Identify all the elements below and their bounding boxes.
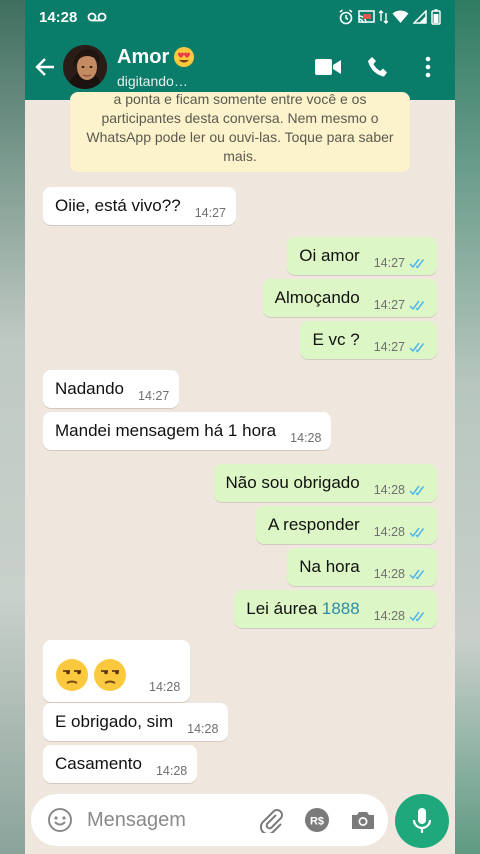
message-time: 14:27 [373, 256, 405, 270]
voicemail-icon [87, 12, 107, 22]
emoji-button[interactable] [45, 805, 75, 835]
message-outgoing[interactable]: Na hora 14:28 [287, 548, 437, 586]
message-link[interactable]: 1888 [322, 599, 360, 619]
left-blur-border [0, 0, 25, 854]
message-outgoing[interactable]: A responder 14:28 [256, 506, 437, 544]
back-button[interactable] [27, 34, 63, 100]
message-text: E vc ? [312, 330, 360, 349]
message-text: Não sou obrigado [225, 473, 360, 492]
paperclip-icon [259, 809, 283, 833]
right-blur-border [455, 0, 480, 854]
message-time: 14:28 [187, 722, 219, 736]
message-text: Lei áurea [246, 599, 318, 618]
message-incoming-emoji[interactable]: 14:28 [43, 640, 191, 702]
double-check-icon [409, 611, 427, 622]
typing-status: digitando… [117, 72, 188, 89]
status-time: 14:28 [39, 8, 78, 26]
message-outgoing[interactable]: Lei áurea 1888 14:28 [234, 590, 437, 628]
message-time: 14:28 [149, 680, 181, 694]
message-time: 14:28 [373, 567, 405, 581]
wifi-icon [392, 10, 409, 24]
message-input[interactable]: Mensagem R$ [31, 794, 388, 846]
message-incoming[interactable]: Nadando 14:27 [43, 370, 180, 408]
svg-text:R$: R$ [310, 816, 324, 828]
battery-icon [431, 9, 441, 25]
message-text: Nadando [55, 379, 125, 398]
double-check-icon [409, 527, 427, 538]
encryption-notice-text: a ponta e ficam somente entre você e os … [86, 92, 394, 164]
cast-icon [358, 9, 375, 25]
double-check-icon [409, 300, 427, 311]
microphone-icon [412, 808, 432, 833]
data-transfer-icon [379, 10, 388, 24]
chat-header: Amor digitando… [25, 34, 455, 100]
video-camera-icon [315, 59, 341, 75]
encryption-notice[interactable]: a ponta e ficam somente entre você e os … [70, 92, 410, 172]
more-options-button[interactable] [413, 52, 443, 82]
message-incoming[interactable]: Mandei mensagem há 1 hora 14:28 [43, 412, 332, 450]
message-outgoing[interactable]: Oi amor 14:27 [287, 237, 437, 275]
phone-icon [368, 57, 387, 77]
phone-screen: 14:28 Amor digitando… a ponta e ficam so… [25, 0, 455, 854]
message-incoming[interactable]: Oiie, está vivo?? 14:27 [43, 187, 236, 225]
more-vertical-icon [425, 56, 431, 78]
message-text: A responder [268, 515, 360, 534]
message-time: 14:27 [373, 298, 405, 312]
contact-name: Amor [117, 45, 170, 68]
message-time: 14:28 [290, 431, 322, 445]
double-check-icon [409, 485, 427, 496]
video-call-button[interactable] [313, 52, 343, 82]
camera-button[interactable] [348, 805, 378, 835]
unamused-face-emoji-icon [55, 658, 89, 692]
message-time: 14:28 [373, 609, 405, 623]
composer-bar: Mensagem R$ [25, 790, 455, 854]
message-text: Oiie, está vivo?? [55, 196, 181, 215]
message-time: 14:28 [155, 764, 188, 778]
emoji-icon [48, 808, 72, 832]
chat-area: a ponta e ficam somente entre você e os … [25, 92, 455, 790]
attach-button[interactable] [256, 805, 286, 835]
status-bar: 14:28 [25, 0, 455, 34]
voice-record-button[interactable] [395, 794, 449, 848]
message-placeholder: Mensagem [87, 808, 186, 831]
payment-button[interactable]: R$ [302, 805, 332, 835]
camera-icon [352, 812, 374, 829]
double-check-icon [409, 342, 427, 353]
double-check-icon [409, 569, 427, 580]
heart-eyes-emoji-icon [173, 46, 195, 68]
message-time: 14:27 [138, 389, 170, 403]
arrow-left-icon [35, 58, 54, 76]
message-text: Oi amor [299, 246, 360, 265]
voice-call-button[interactable] [363, 52, 393, 82]
signal-icon [413, 10, 427, 24]
message-incoming[interactable]: Casamento 14:28 [43, 745, 198, 783]
message-text: Na hora [299, 557, 360, 576]
message-incoming[interactable]: E obrigado, sim 14:28 [43, 703, 229, 741]
message-outgoing[interactable]: Almoçando 14:27 [262, 279, 437, 317]
unamused-face-emoji-icon [93, 658, 127, 692]
avatar[interactable] [63, 45, 107, 89]
message-text: E obrigado, sim [55, 712, 174, 731]
message-outgoing[interactable]: E vc ? 14:27 [300, 321, 437, 359]
message-time: 14:28 [373, 483, 405, 497]
message-text: Almoçando [274, 288, 360, 307]
message-text: Mandei mensagem há 1 hora [55, 421, 277, 440]
rupee-payment-icon: R$ [305, 808, 329, 832]
message-time: 14:28 [373, 525, 405, 539]
alarm-icon [338, 9, 354, 25]
contact-info[interactable]: Amor digitando… [117, 46, 195, 89]
message-time: 14:27 [373, 340, 405, 354]
message-time: 14:27 [194, 206, 226, 220]
message-outgoing[interactable]: Não sou obrigado 14:28 [213, 464, 437, 502]
double-check-icon [409, 258, 427, 269]
message-text: Casamento [55, 754, 142, 773]
